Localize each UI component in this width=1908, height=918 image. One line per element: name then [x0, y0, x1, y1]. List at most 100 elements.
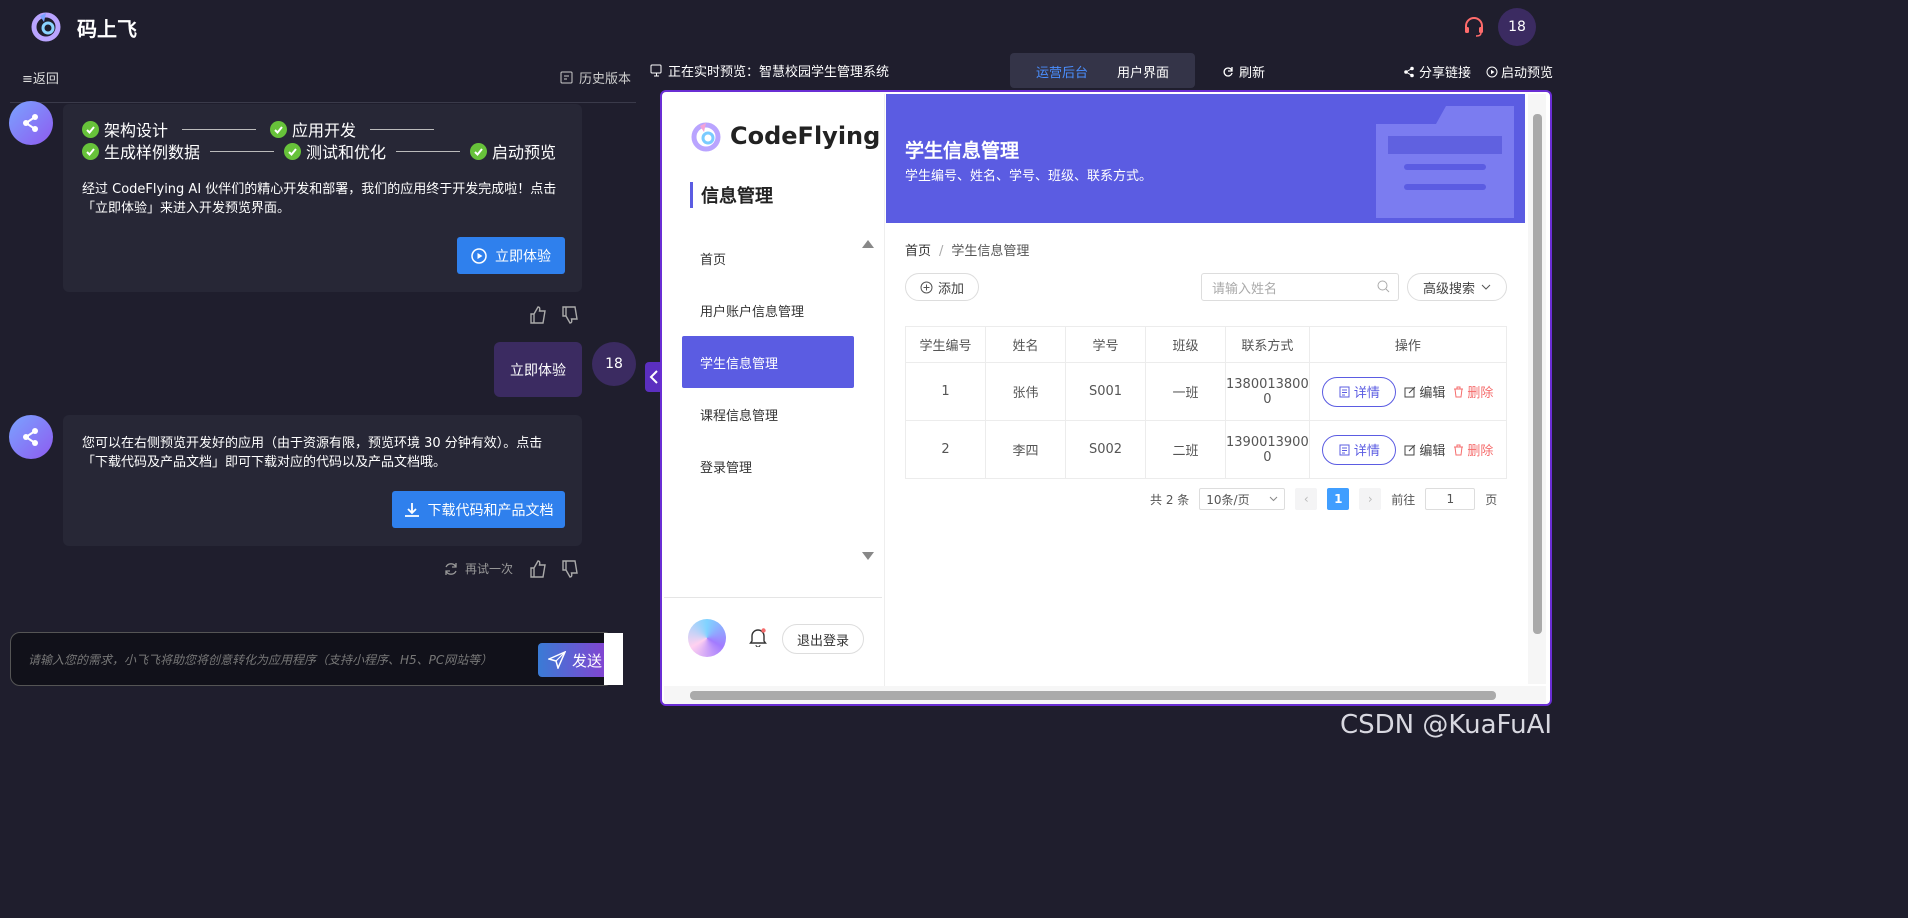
brand-logo[interactable]: CodeFlying	[690, 120, 880, 152]
delete-button[interactable]: 删除	[1453, 440, 1493, 459]
refresh-icon	[1222, 66, 1234, 78]
sidebar-item-home[interactable]: 首页	[682, 232, 854, 284]
next-page-button[interactable]: ›	[1359, 488, 1382, 510]
download-label: 下载代码和产品文档	[427, 502, 554, 519]
feedback-group	[528, 559, 580, 579]
play-icon	[471, 247, 487, 264]
bell-icon[interactable]	[748, 627, 768, 647]
breadcrumb-separator: /	[939, 244, 944, 259]
cell-class: 一班	[1145, 362, 1226, 421]
bot-avatar	[9, 415, 53, 459]
scroll-up-icon[interactable]	[862, 240, 874, 248]
col-header: 班级	[1145, 326, 1226, 363]
sidebar-item-courses[interactable]: 课程信息管理	[682, 388, 854, 440]
app-logo-icon[interactable]	[30, 10, 62, 42]
add-button[interactable]: 添加	[905, 273, 979, 301]
thumbs-down-icon[interactable]	[560, 305, 580, 325]
document-icon	[1339, 444, 1350, 456]
send-icon	[547, 651, 566, 669]
col-header: 操作	[1308, 326, 1508, 363]
monitor-icon	[650, 64, 663, 77]
prev-page-button[interactable]: ‹	[1295, 488, 1318, 510]
edit-button[interactable]: 编辑	[1404, 440, 1445, 459]
trash-icon	[1453, 386, 1464, 398]
check-icon	[284, 142, 302, 160]
scroll-down-icon[interactable]	[862, 552, 874, 560]
top-bar	[0, 0, 1568, 52]
vertical-scroll-thumb[interactable]	[1533, 114, 1542, 634]
edit-button[interactable]: 编辑	[1404, 382, 1445, 401]
table-row: 2 李四 S002 二班 1390013900 0 详情 编辑 删除	[905, 420, 1508, 479]
cell-phone: 1380013800 0	[1225, 362, 1310, 421]
refresh-icon	[443, 561, 459, 577]
delete-button[interactable]: 删除	[1453, 382, 1493, 401]
horizontal-scroll-thumb[interactable]	[690, 691, 1496, 700]
send-button[interactable]: 发送	[538, 643, 612, 677]
search-input[interactable]: 请输入姓名	[1201, 273, 1399, 301]
current-page[interactable]: 1	[1327, 488, 1350, 510]
thumbs-down-icon[interactable]	[560, 559, 580, 579]
page-title: 学生信息管理	[905, 140, 1020, 162]
cell-id: 1	[905, 362, 986, 421]
cell-actions: 详情 编辑 删除	[1308, 362, 1508, 421]
launch-preview-button[interactable]: 启动预览	[1486, 62, 1553, 81]
divider	[10, 102, 636, 103]
total-count: 共 2 条	[1150, 492, 1190, 507]
try-now-button[interactable]: 立即体验	[457, 237, 565, 274]
preview-frame: CodeFlying 信息管理 首页 用户账户信息管理 学生信息管理 课程信息管…	[660, 90, 1552, 706]
live-preview-label: 正在实时预览：智慧校园学生管理系统	[650, 61, 889, 80]
sidebar-section-title: 信息管理	[690, 182, 773, 208]
folder-icon	[1376, 106, 1514, 218]
col-header: 学生编号	[905, 326, 986, 363]
thumbs-up-icon[interactable]	[528, 559, 548, 579]
check-icon	[270, 120, 288, 138]
logout-button[interactable]: 退出登录	[782, 624, 864, 654]
tab-admin[interactable]: 运营后台	[1036, 62, 1088, 81]
chevron-down-icon	[1481, 284, 1491, 290]
avatar[interactable]	[688, 619, 726, 657]
tab-user[interactable]: 用户界面	[1117, 62, 1169, 81]
plus-circle-icon	[920, 281, 933, 294]
history-button[interactable]: 历史版本	[560, 68, 631, 87]
col-header: 学号	[1065, 326, 1146, 363]
codeflying-logo-icon	[691, 122, 721, 152]
cell-name: 张伟	[985, 362, 1066, 421]
sidebar-item-students[interactable]: 学生信息管理	[682, 336, 854, 388]
goto-page-input[interactable]: 1	[1425, 488, 1476, 510]
bot-avatar	[9, 101, 53, 145]
page-size-select[interactable]: 10条/页	[1199, 488, 1286, 510]
detail-button[interactable]: 详情	[1322, 434, 1397, 465]
send-label: 发送	[571, 651, 602, 670]
breadcrumb-home[interactable]: 首页	[905, 244, 931, 259]
share-link-button[interactable]: 分享链接	[1403, 62, 1471, 81]
step-label: 架构设计	[104, 121, 169, 140]
progress-steps: 架构设计 应用开发 生成样例数据 测试和优化 启动预览	[82, 118, 582, 162]
download-button[interactable]: 下载代码和产品文档	[392, 491, 565, 528]
user-message: 立即体验	[494, 342, 582, 397]
detail-button[interactable]: 详情	[1322, 376, 1397, 407]
sidebar-item-login[interactable]: 登录管理	[682, 440, 854, 492]
user-avatar[interactable]: 18	[1498, 8, 1536, 46]
edit-icon	[1404, 444, 1416, 456]
students-table: 学生编号 姓名 学号 班级 联系方式 操作 1 张伟 S001 一班 13800…	[905, 326, 1508, 479]
cell-class: 二班	[1145, 420, 1226, 479]
watermark: CSDN @KuaFuAI	[1340, 710, 1553, 740]
headset-icon[interactable]	[1462, 15, 1486, 39]
search-icon[interactable]	[1377, 280, 1390, 293]
history-icon	[560, 71, 573, 84]
advanced-search-button[interactable]: 高级搜索	[1407, 273, 1507, 301]
play-icon	[1486, 66, 1498, 78]
bot-message-text: 您可以在右侧预览开发好的应用（由于资源有限，预览环境 30 分钟有效）。点击「下…	[82, 436, 543, 470]
edit-icon	[1404, 386, 1416, 398]
input-scrollbar[interactable]	[604, 633, 623, 685]
refresh-button[interactable]: 刷新	[1222, 62, 1265, 81]
document-icon	[1339, 386, 1350, 398]
back-button[interactable]: ≡返回	[22, 68, 59, 87]
sidebar-item-accounts[interactable]: 用户账户信息管理	[682, 284, 854, 336]
thumbs-up-icon[interactable]	[528, 305, 548, 325]
cell-id: 2	[905, 420, 986, 479]
retry-button[interactable]: 再试一次	[443, 560, 513, 577]
divider	[664, 597, 882, 598]
cell-sno: S001	[1065, 362, 1146, 421]
chat-input-placeholder: 请输入您的需求，小飞飞将助您将创意转化为应用程序（支持小程序、H5、PC网站等）	[28, 653, 493, 667]
